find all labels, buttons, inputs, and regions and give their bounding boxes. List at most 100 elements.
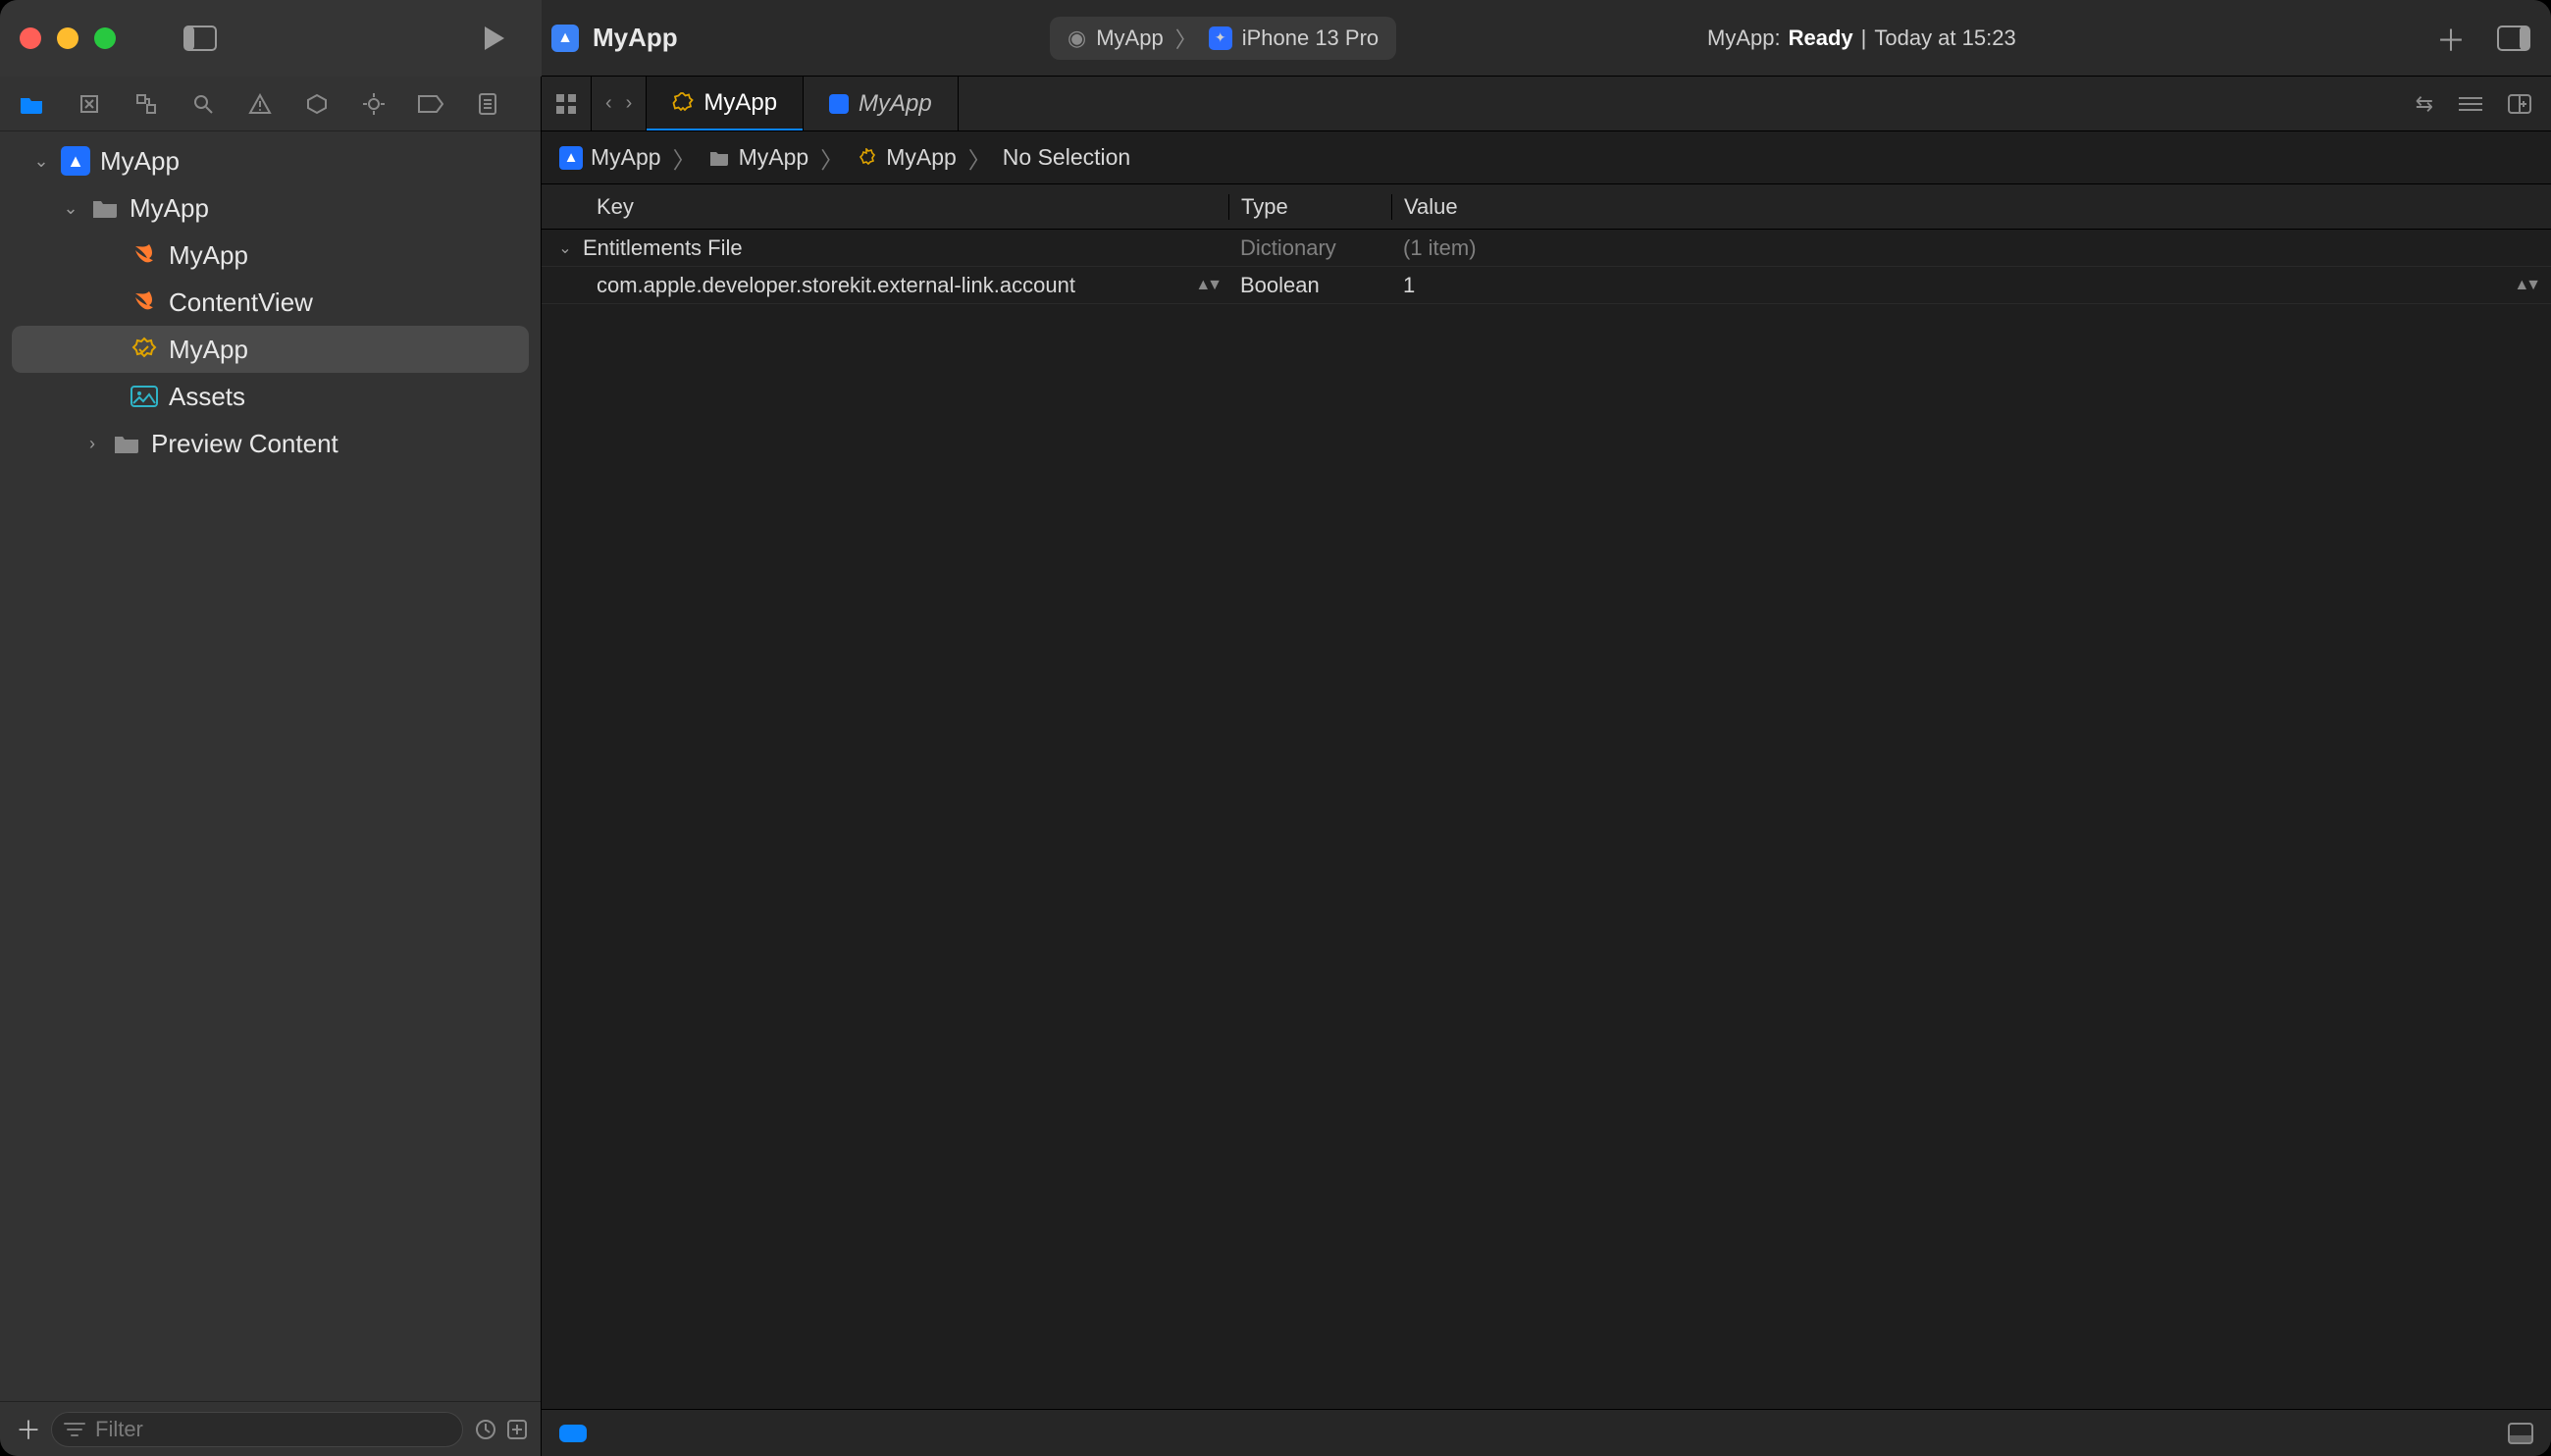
title-center: ▲ MyApp [551, 23, 678, 53]
plist-value: (1 item) [1391, 235, 2551, 261]
disclosure-down-icon[interactable]: ⌄ [31, 151, 51, 172]
project-navigator-tab[interactable] [18, 89, 47, 119]
nav-back-button[interactable]: ‹ [592, 77, 626, 130]
swift-icon [130, 287, 159, 317]
body: ⌄ ▲ MyApp ⌄ MyApp MyApp [0, 77, 2551, 1456]
tree-file-entitlements[interactable]: MyApp [12, 326, 529, 373]
assets-icon [130, 382, 159, 411]
chevron-right-icon: 〉 [820, 141, 843, 175]
source-control-navigator-tab[interactable] [75, 89, 104, 119]
tabbar-right-controls: ⇆ [2396, 77, 2551, 130]
find-navigator-tab[interactable] [188, 89, 218, 119]
plist-row-child[interactable]: com.apple.developer.storekit.external-li… [542, 267, 2551, 304]
xcode-window: ▲ MyApp ◉ MyApp 〉 ✦ iPhone 13 Pro MyApp:… [0, 0, 2551, 1456]
status-time: Today at 15:23 [1874, 26, 2015, 51]
plist-body: ⌄ Entitlements File Dictionary (1 item) … [542, 230, 2551, 1409]
navigator-tabs [0, 77, 541, 131]
plist-row-root[interactable]: ⌄ Entitlements File Dictionary (1 item) [542, 230, 2551, 267]
value-stepper-icon[interactable]: ▲▼ [2514, 277, 2537, 294]
editor-area: ‹ › MyApp MyApp [542, 77, 2551, 1456]
add-editor-icon[interactable] [2508, 94, 2531, 114]
disclosure-down-icon[interactable]: ⌄ [61, 198, 80, 219]
key-stepper-icon[interactable]: ▲▼ [1195, 277, 1219, 294]
entitlements-icon [855, 146, 878, 170]
file-tab-active[interactable]: MyApp [647, 77, 803, 130]
test-navigator-tab[interactable] [302, 89, 332, 119]
tree-file-contentview[interactable]: ContentView [12, 279, 529, 326]
jumpbar[interactable]: ▲ MyApp 〉 MyApp 〉 MyApp 〉 [542, 131, 2551, 184]
symbol-navigator-tab[interactable] [131, 89, 161, 119]
window-controls [20, 27, 116, 49]
chevron-right-icon: 〉 [673, 141, 696, 175]
tree-preview-content[interactable]: › Preview Content [12, 420, 529, 467]
plist-type: Dictionary [1228, 235, 1391, 261]
toggle-navigator-icon[interactable] [182, 21, 218, 56]
plist-header: Key Type Value [542, 184, 2551, 230]
chevron-right-icon: 〉 [1175, 23, 1197, 54]
review-icon[interactable]: ⇆ [2416, 91, 2433, 117]
report-navigator-tab[interactable] [473, 89, 502, 119]
issue-navigator-tab[interactable] [245, 89, 275, 119]
debug-bar [542, 1409, 2551, 1456]
status-state: Ready [1789, 26, 1853, 51]
project-icon: ▲ [559, 146, 583, 170]
file-tab-label: MyApp [703, 89, 777, 117]
filter-right-icons [475, 1419, 528, 1440]
plist-type[interactable]: Boolean [1228, 273, 1391, 298]
tree-file-assets[interactable]: Assets [12, 373, 529, 420]
jumpbar-folder[interactable]: MyApp [707, 144, 809, 171]
tree-label: MyApp [100, 146, 180, 177]
minimize-window-button[interactable] [57, 27, 78, 49]
column-header-value[interactable]: Value [1391, 194, 2551, 220]
scheme-device-label: iPhone 13 Pro [1242, 26, 1379, 51]
jumpbar-label: No Selection [1003, 144, 1130, 171]
debug-navigator-tab[interactable] [359, 89, 389, 119]
zoom-window-button[interactable] [94, 27, 116, 49]
library-button[interactable] [2496, 21, 2531, 56]
tree-group-folder[interactable]: ⌄ MyApp [12, 184, 529, 232]
jumpbar-label: MyApp [591, 144, 661, 171]
toggle-debug-area-icon[interactable] [2508, 1423, 2533, 1444]
breakpoint-toggle[interactable] [559, 1425, 587, 1442]
tree-label: MyApp [169, 240, 248, 271]
scheme-target-icon: ◉ [1067, 26, 1086, 51]
titlebar-right: ＋ [2433, 21, 2531, 56]
run-button[interactable] [477, 21, 512, 56]
plist-key: Entitlements File [583, 235, 743, 261]
project-icon: ▲ [61, 146, 90, 176]
adjust-editor-icon[interactable] [2459, 95, 2482, 113]
tree-label: ContentView [169, 287, 313, 318]
tree-project-root[interactable]: ⌄ ▲ MyApp [12, 137, 529, 184]
column-header-key[interactable]: Key [542, 194, 1228, 220]
file-tab-inactive[interactable]: MyApp [804, 77, 958, 130]
disclosure-down-icon[interactable]: ⌄ [555, 238, 575, 258]
breakpoint-navigator-tab[interactable] [416, 89, 445, 119]
add-button[interactable]: ＋ [2433, 21, 2469, 56]
plist-value[interactable]: 1 [1403, 273, 1415, 298]
jumpbar-selection[interactable]: No Selection [1003, 144, 1130, 171]
scm-status-icon[interactable] [506, 1419, 528, 1440]
jumpbar-file[interactable]: MyApp [855, 144, 957, 171]
close-window-button[interactable] [20, 27, 41, 49]
column-header-type[interactable]: Type [1228, 194, 1391, 220]
filter-scope-icon [64, 1422, 85, 1437]
recent-icon[interactable] [475, 1419, 496, 1440]
filter-field[interactable]: Filter [51, 1412, 463, 1447]
add-file-button[interactable]: ＋ [16, 1411, 39, 1447]
disclosure-right-icon[interactable]: › [82, 434, 102, 454]
file-tab-label: MyApp [859, 90, 932, 118]
jumpbar-project[interactable]: ▲ MyApp [559, 144, 661, 171]
chevron-right-icon: 〉 [968, 141, 991, 175]
titlebar-sidebar-region [0, 0, 542, 77]
scheme-selector[interactable]: ◉ MyApp 〉 ✦ iPhone 13 Pro [1050, 17, 1396, 60]
status-prefix: MyApp: [1707, 26, 1781, 51]
tree-file-swift-app[interactable]: MyApp [12, 232, 529, 279]
related-items-button[interactable] [542, 77, 591, 130]
jumpbar-label: MyApp [739, 144, 809, 171]
nav-forward-button[interactable]: › [626, 77, 647, 130]
folder-icon [707, 146, 731, 170]
folder-icon [90, 193, 120, 223]
tree-label: Preview Content [151, 429, 338, 459]
status-sep: | [1861, 26, 1867, 51]
project-icon [829, 94, 849, 114]
